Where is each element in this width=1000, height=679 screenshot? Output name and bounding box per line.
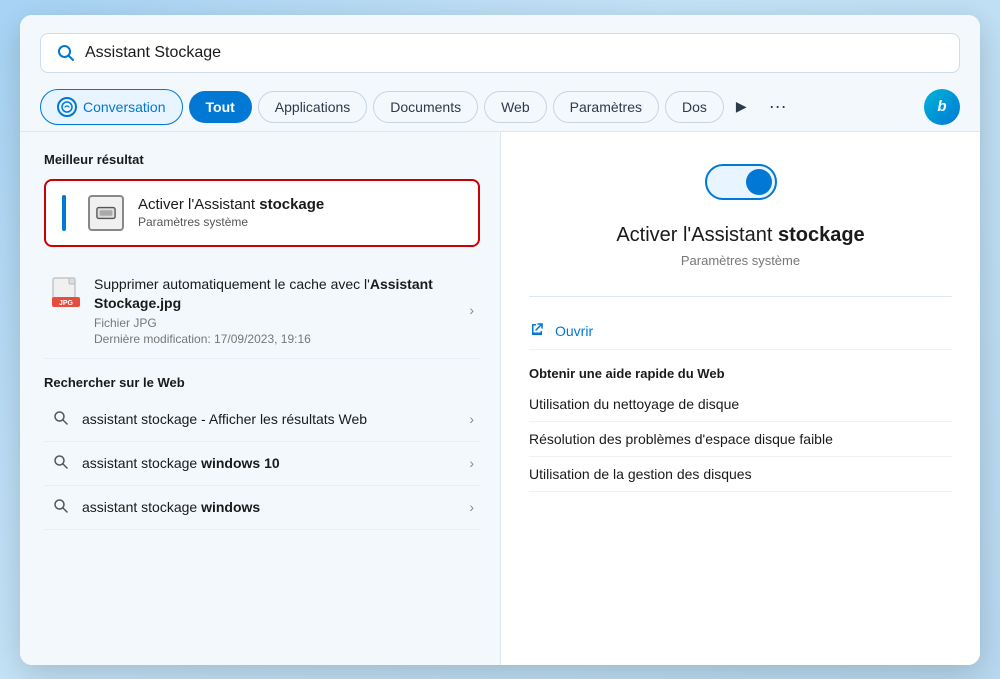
toggle-knob	[746, 169, 772, 195]
best-result-item-title: Activer l'Assistant stockage	[138, 196, 324, 213]
file-result-title: Supprimer automatiquement le cache avec …	[94, 275, 457, 314]
open-action[interactable]: Ouvrir	[529, 313, 952, 350]
play-button[interactable]: ▶	[730, 94, 753, 119]
more-tabs-button[interactable]: ···	[759, 92, 797, 121]
tab-dos-label: Dos	[682, 99, 707, 115]
web-result-bold-2: windows	[201, 499, 260, 515]
web-result-0[interactable]: assistant stockage - Afficher les résult…	[44, 398, 480, 442]
file-result-text: Supprimer automatiquement le cache avec …	[94, 275, 457, 346]
search-window: Conversation Tout Applications Documents…	[20, 15, 980, 665]
web-search-icon-1	[50, 454, 70, 473]
tab-tout-label: Tout	[206, 99, 235, 115]
best-result-title-bold: stockage	[259, 196, 324, 213]
link-0[interactable]: Utilisation du nettoyage de disque	[529, 387, 952, 422]
right-title: Activer l'Assistant stockage	[616, 224, 864, 247]
svg-text:JPG: JPG	[59, 300, 74, 307]
tab-conversation[interactable]: Conversation	[40, 89, 183, 125]
tab-conversation-label: Conversation	[83, 99, 166, 115]
web-search-icon-0	[50, 410, 70, 429]
web-result-text-1: assistant stockage windows 10	[82, 455, 457, 471]
link-2[interactable]: Utilisation de la gestion des disques	[529, 457, 952, 492]
web-result-arrow-2: ›	[469, 499, 474, 515]
file-date: Dernière modification: 17/09/2023, 19:16	[94, 332, 457, 346]
search-bar	[40, 33, 960, 73]
right-title-bold: stockage	[778, 224, 865, 246]
help-section: Obtenir une aide rapide du Web Utilisati…	[529, 362, 952, 492]
tab-applications[interactable]: Applications	[258, 91, 368, 123]
best-result-subtitle: Paramètres système	[138, 215, 324, 229]
file-result-arrow-icon: ›	[469, 302, 474, 318]
best-result-title: Meilleur résultat	[44, 152, 480, 167]
tab-parametres-label: Paramètres	[570, 99, 642, 115]
web-result-plain-1: assistant stockage	[82, 455, 201, 471]
best-result-card[interactable]: Activer l'Assistant stockage Paramètres …	[44, 179, 480, 247]
web-result-1[interactable]: assistant stockage windows 10 ›	[44, 442, 480, 486]
web-result-plain-0: assistant stockage	[82, 411, 197, 427]
search-bar-row	[20, 15, 980, 83]
tab-parametres[interactable]: Paramètres	[553, 91, 659, 123]
search-icon	[57, 44, 75, 62]
web-result-text-2: assistant stockage windows	[82, 499, 457, 515]
right-divider	[529, 296, 952, 297]
web-result-arrow-1: ›	[469, 455, 474, 471]
tab-web[interactable]: Web	[484, 91, 547, 123]
web-result-arrow-0: ›	[469, 411, 474, 427]
right-subtitle: Paramètres système	[681, 253, 800, 268]
tabs-row: Conversation Tout Applications Documents…	[20, 83, 980, 132]
bing-icon: b	[937, 98, 946, 115]
tab-dos[interactable]: Dos	[665, 91, 724, 123]
file-type: Fichier JPG	[94, 316, 457, 330]
tab-applications-label: Applications	[275, 99, 351, 115]
tab-tout[interactable]: Tout	[189, 91, 252, 123]
tab-web-label: Web	[501, 99, 530, 115]
web-result-text-0: assistant stockage - Afficher les résult…	[82, 411, 457, 427]
main-content: Meilleur résultat Activer l'Assistant st…	[20, 132, 980, 665]
file-title-plain: Supprimer automatiquement le cache avec …	[94, 276, 370, 292]
right-panel: Activer l'Assistant stockage Paramètres …	[500, 132, 980, 665]
file-result[interactable]: JPG Supprimer automatiquement le cache a…	[44, 263, 480, 359]
web-result-plain-2: assistant stockage	[82, 499, 201, 515]
web-section-title: Rechercher sur le Web	[44, 375, 480, 390]
open-icon	[529, 321, 545, 341]
left-panel: Meilleur résultat Activer l'Assistant st…	[20, 132, 500, 665]
best-result-title-plain: Activer l'Assistant	[138, 196, 259, 213]
right-title-plain: Activer l'Assistant	[616, 224, 778, 246]
web-result-bold-1: windows 10	[201, 455, 280, 471]
best-result-text: Activer l'Assistant stockage Paramètres …	[138, 196, 324, 229]
toggle-visual	[705, 164, 777, 200]
help-section-title: Obtenir une aide rapide du Web	[529, 366, 952, 381]
toggle-icon-wrap	[705, 164, 777, 200]
conversation-icon	[57, 97, 77, 117]
web-result-2[interactable]: assistant stockage windows ›	[44, 486, 480, 530]
web-search-icon-2	[50, 498, 70, 517]
file-jpg-icon: JPG	[50, 277, 82, 309]
tab-documents[interactable]: Documents	[373, 91, 478, 123]
link-1[interactable]: Résolution des problèmes d'espace disque…	[529, 422, 952, 457]
card-accent	[62, 195, 66, 231]
web-result-suffix-0: - Afficher les résultats Web	[197, 411, 367, 427]
bing-button[interactable]: b	[924, 89, 960, 125]
tab-documents-label: Documents	[390, 99, 461, 115]
best-result-icon	[88, 195, 124, 231]
open-label: Ouvrir	[555, 323, 593, 339]
search-input[interactable]	[85, 44, 943, 62]
